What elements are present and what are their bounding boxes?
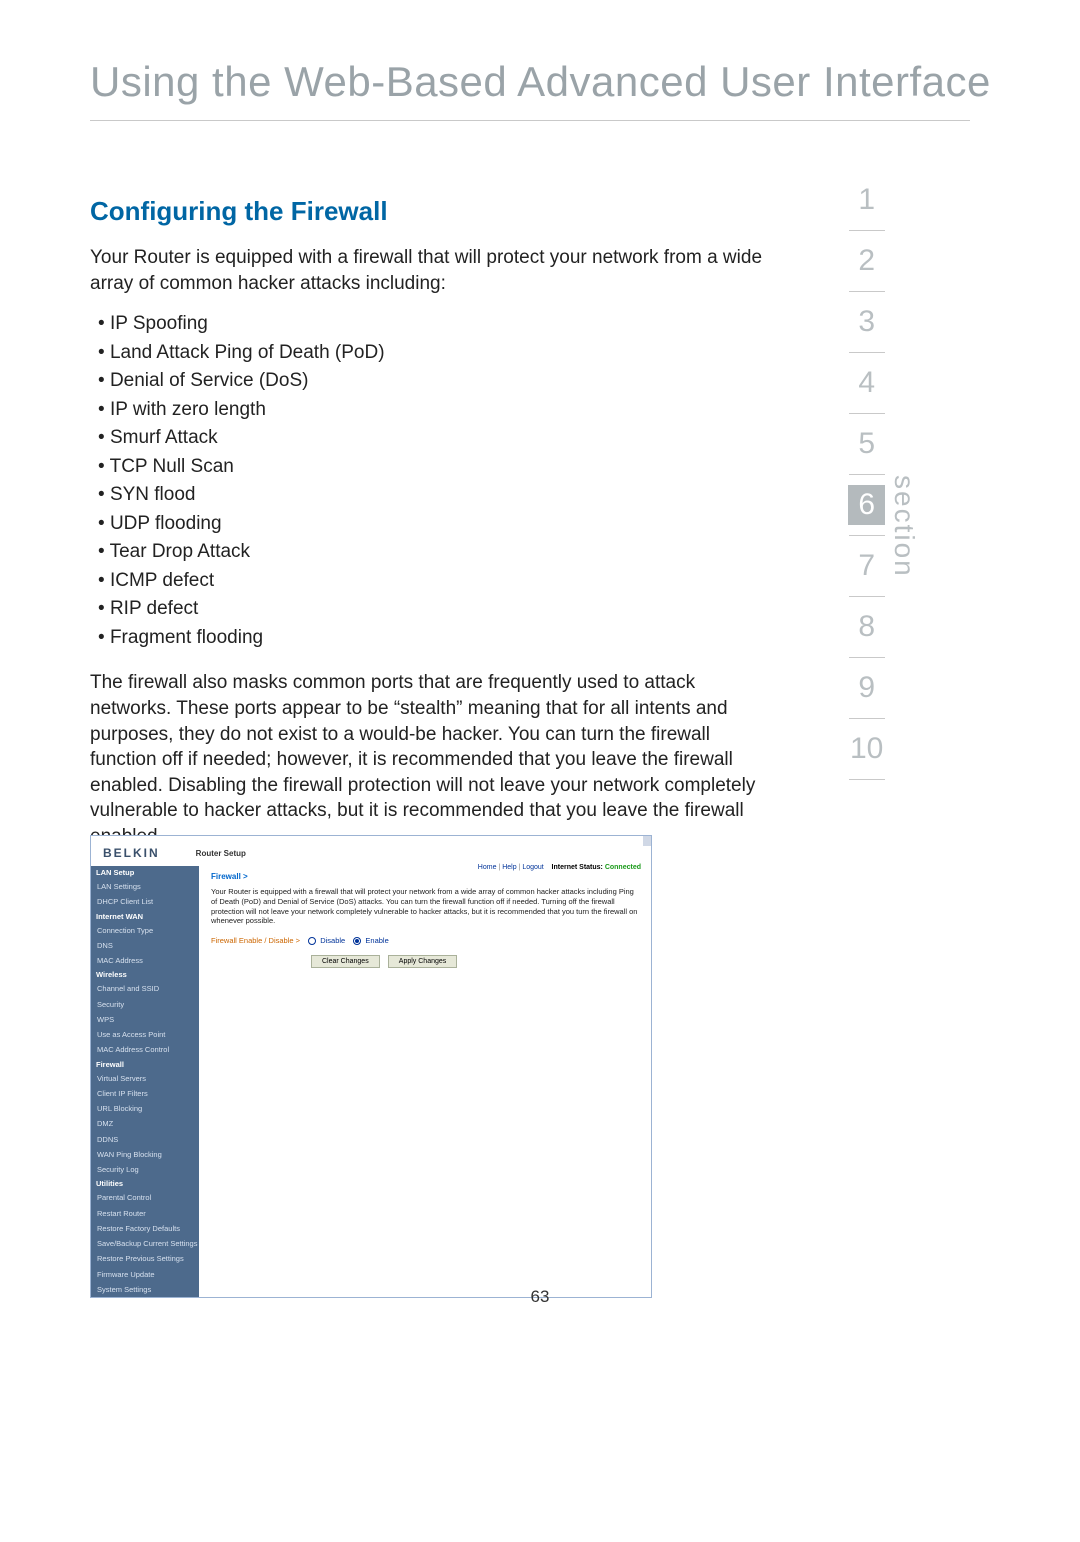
section-nav-separator [849,596,885,597]
section-label: section [888,475,920,578]
section-nav-item-6[interactable]: 6 [848,485,885,525]
sidebar-item[interactable]: Restore Previous Settings [91,1251,199,1266]
attack-list-item: Denial of Service (DoS) [98,367,780,396]
sidebar-item[interactable]: Firmware Update [91,1267,199,1282]
sidebar-item[interactable]: WAN Ping Blocking [91,1147,199,1162]
ss-firewall-breadcrumb: Firewall > [211,872,639,881]
sidebar-item[interactable]: Channel and SSID [91,981,199,996]
firewall-enable-row: Firewall Enable / Disable > Disable Enab… [211,936,639,945]
attack-list-item: Fragment flooding [98,624,780,653]
attack-list-item: ICMP defect [98,567,780,596]
section-nav-separator [849,291,885,292]
page-number: 63 [0,1287,1080,1307]
section-nav-item-9[interactable]: 9 [848,668,885,708]
radio-disable-label: Disable [320,936,345,945]
intro-paragraph: Your Router is equipped with a firewall … [90,245,780,296]
sidebar-item[interactable]: Security Log [91,1162,199,1177]
section-nav-separator [849,657,885,658]
section-nav-separator [849,779,885,780]
router-screenshot: BELKIN Router Setup Home | Help | Logout… [90,835,652,1298]
section-nav-item-3[interactable]: 3 [848,302,885,342]
section-nav-item-8[interactable]: 8 [848,607,885,647]
ss-main: Firewall > Your Router is equipped with … [199,866,651,1297]
attack-list: IP SpoofingLand Attack Ping of Death (Po… [98,310,780,652]
attack-list-item: IP Spoofing [98,310,780,339]
attack-list-item: Land Attack Ping of Death (PoD) [98,339,780,368]
title-divider [90,120,970,121]
section-nav-item-10[interactable]: 10 [848,729,885,769]
ss-sidebar: LAN SetupLAN SettingsDHCP Client ListInt… [91,866,199,1297]
sidebar-item[interactable]: LAN Settings [91,879,199,894]
sidebar-item[interactable]: Restore Factory Defaults [91,1221,199,1236]
sidebar-item[interactable]: MAC Address Control [91,1042,199,1057]
sidebar-item[interactable]: Restart Router [91,1206,199,1221]
main-content: Configuring the Firewall Your Router is … [90,196,780,864]
section-nav-separator [849,535,885,536]
router-setup-label: Router Setup [196,849,639,858]
sidebar-item[interactable]: URL Blocking [91,1101,199,1116]
sidebar-item[interactable]: DNS [91,938,199,953]
sidebar-item[interactable]: Utilities [91,1177,199,1190]
sidebar-item[interactable]: DDNS [91,1132,199,1147]
section-nav-separator [849,474,885,475]
sidebar-item[interactable]: Save/Backup Current Settings [91,1236,199,1251]
sidebar-item[interactable]: Parental Control [91,1190,199,1205]
attack-list-item: IP with zero length [98,396,780,425]
section-nav-item-2[interactable]: 2 [848,241,885,281]
attack-list-item: Tear Drop Attack [98,538,780,567]
sidebar-item[interactable]: Virtual Servers [91,1071,199,1086]
section-subtitle: Configuring the Firewall [90,196,780,227]
section-nav-separator [849,718,885,719]
sidebar-item[interactable]: Internet WAN [91,910,199,923]
section-nav-separator [849,413,885,414]
sidebar-item[interactable]: Firewall [91,1058,199,1071]
ss-firewall-description: Your Router is equipped with a firewall … [211,887,639,926]
section-nav-item-5[interactable]: 5 [848,424,885,464]
attack-list-item: RIP defect [98,595,780,624]
section-nav-item-7[interactable]: 7 [848,546,885,586]
apply-changes-button[interactable]: Apply Changes [388,955,457,968]
radio-enable[interactable] [353,937,361,945]
radio-disable[interactable] [308,937,316,945]
attack-list-item: TCP Null Scan [98,453,780,482]
sidebar-item[interactable]: WPS [91,1012,199,1027]
sidebar-item[interactable]: MAC Address [91,953,199,968]
sidebar-item[interactable]: Wireless [91,968,199,981]
belkin-logo: BELKIN [103,846,160,860]
radio-row-label: Firewall Enable / Disable > [211,936,300,945]
attack-list-item: SYN flood [98,481,780,510]
section-nav-separator [849,352,885,353]
page-title: Using the Web-Based Advanced User Interf… [90,58,991,106]
attack-list-item: UDP flooding [98,510,780,539]
attack-list-item: Smurf Attack [98,424,780,453]
section-nav: 1 2 3 4 5 6 7 8 9 10 [848,180,885,790]
ss-header: BELKIN Router Setup [91,836,651,866]
sidebar-item[interactable]: Use as Access Point [91,1027,199,1042]
radio-enable-label: Enable [365,936,388,945]
sidebar-item[interactable]: DHCP Client List [91,894,199,909]
sidebar-item[interactable]: DMZ [91,1116,199,1131]
section-nav-item-1[interactable]: 1 [848,180,885,220]
sidebar-item[interactable]: LAN Setup [91,866,199,879]
sidebar-item[interactable]: Client IP Filters [91,1086,199,1101]
section-nav-separator [849,230,885,231]
section-nav-item-4[interactable]: 4 [848,363,885,403]
clear-changes-button[interactable]: Clear Changes [311,955,380,968]
sidebar-item[interactable]: Security [91,997,199,1012]
sidebar-item[interactable]: Connection Type [91,923,199,938]
second-paragraph: The firewall also masks common ports tha… [90,670,780,849]
scrollbar-thumb [643,836,651,846]
